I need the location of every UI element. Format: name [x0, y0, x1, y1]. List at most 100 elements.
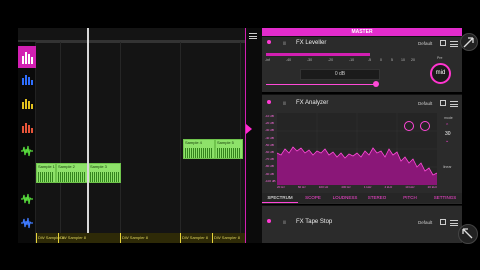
drag-handle-icon[interactable]: |||	[283, 100, 286, 105]
audio-clip[interactable]: Sample 3	[88, 163, 121, 183]
db-axis-label: -80 dB	[265, 164, 274, 169]
playhead[interactable]	[87, 28, 89, 243]
db-axis-label: -40 dB	[265, 135, 274, 140]
gain-readout[interactable]: 0 dB	[300, 69, 380, 80]
preset-label[interactable]: Default	[418, 41, 432, 46]
fx-menu-icon[interactable]	[450, 101, 458, 107]
resize-topright-icon[interactable]	[460, 33, 478, 51]
zoom-icon[interactable]	[404, 121, 414, 131]
preset-menu-icon[interactable]	[440, 40, 446, 46]
tab-settings[interactable]: SETTINGS	[428, 193, 462, 203]
fx-menu-icon[interactable]	[450, 41, 458, 47]
sampler-clip[interactable]: DW Sampler 8	[36, 233, 64, 243]
level-meter	[266, 53, 370, 56]
track-selected[interactable]	[18, 46, 36, 68]
audio-clip[interactable]: Sample 4	[183, 139, 215, 159]
mode-value: 30	[445, 131, 451, 137]
fx-enable-dot[interactable]	[267, 219, 271, 223]
scale-mark: -10	[349, 58, 355, 62]
resize-bottomleft-icon[interactable]	[458, 224, 478, 244]
drag-handle-icon[interactable]: |||	[283, 219, 286, 224]
freq-label: 1 kHz	[363, 185, 372, 189]
scale-caption: linear	[443, 165, 452, 169]
db-axis-label: -70 dB	[265, 157, 274, 162]
panel-splitter[interactable]	[245, 28, 262, 243]
freq-label: 60 Hz	[297, 185, 306, 189]
waveform-icon	[21, 193, 33, 205]
clip-label: Sample 2	[58, 164, 75, 169]
clip-waveform	[38, 172, 54, 182]
sampler-clip[interactable]: DW Sampler 8	[212, 233, 242, 243]
tab-scope[interactable]: SCOPE	[298, 193, 328, 203]
track-6[interactable]	[20, 192, 34, 206]
scale-mark: 5	[391, 58, 393, 62]
freq-label: 20 kHz	[427, 185, 437, 189]
waveform-icon	[21, 145, 33, 157]
fx-enable-dot[interactable]	[267, 40, 271, 44]
db-axis: -10 dB -20 dB -30 dB -40 dB -50 dB -60 d…	[265, 113, 277, 185]
db-axis-label: -50 dB	[265, 142, 274, 147]
db-axis-label: -60 dB	[265, 150, 274, 155]
track-3[interactable]	[20, 96, 34, 110]
audio-clip[interactable]: Sample 5	[215, 139, 243, 159]
fx-title: FX Tape Stop	[296, 219, 333, 225]
arrangement-area[interactable]	[18, 28, 245, 243]
clip-label: Sample 5	[217, 140, 234, 145]
track-4[interactable]	[20, 120, 34, 134]
clip-waveform	[90, 172, 119, 182]
audio-clip[interactable]: Sample 1	[36, 163, 56, 183]
tab-spectrum[interactable]: SPECTRUM	[262, 193, 298, 203]
tab-stereo[interactable]: STEREO	[362, 193, 392, 203]
clip-label: Sample 4	[185, 140, 202, 145]
app-screen: ◯ + + Sample 1 Sample 2 Sample 3 Sample …	[0, 0, 480, 270]
gain-slider-thumb[interactable]	[373, 81, 379, 87]
freq-label: 10 kHz	[405, 185, 415, 189]
track-7[interactable]	[20, 216, 34, 230]
freq-label: 20 Hz	[277, 185, 285, 189]
track-2[interactable]	[20, 72, 34, 86]
fx-title: FX Leveller	[296, 40, 327, 46]
freq-axis: 20 Hz 60 Hz 100 Hz 400 Hz 1 kHz 4 kHz 10…	[277, 185, 437, 191]
expand-arrow-icon[interactable]	[246, 124, 252, 134]
track-5[interactable]	[20, 144, 34, 158]
preset-menu-icon[interactable]	[440, 100, 446, 106]
bars-icon	[22, 99, 33, 109]
freeze-icon[interactable]	[420, 121, 430, 131]
knob-caption: Pre	[437, 56, 443, 60]
mode-knob[interactable]: mid	[430, 63, 451, 84]
preset-menu-icon[interactable]	[440, 219, 446, 225]
mode-up-icon[interactable]: ⌃	[445, 123, 449, 129]
waveform-icon	[21, 217, 33, 229]
audio-clip[interactable]: Sample 2	[56, 163, 88, 183]
fx-title: FX Analyzer	[296, 100, 329, 106]
scale-mark: 20	[411, 58, 415, 62]
clip-waveform	[185, 148, 213, 158]
bars-icon	[22, 75, 33, 85]
tab-pitch[interactable]: PITCH	[392, 193, 428, 203]
clip-label: Sample 1	[38, 164, 55, 169]
menu-icon[interactable]	[249, 33, 257, 39]
sampler-clip[interactable]: DW Sampler 8	[180, 233, 210, 243]
scale-mark: -20	[328, 58, 334, 62]
sampler-clip[interactable]: DW Sampler 8	[58, 233, 88, 243]
scale-mark: -inf	[265, 58, 270, 62]
gain-slider-track[interactable]	[266, 84, 378, 85]
scale-mark: 0	[380, 58, 382, 62]
bars-icon	[22, 52, 33, 64]
mode-down-icon[interactable]: ⌄	[445, 138, 449, 144]
preset-label[interactable]: Default	[418, 101, 432, 106]
tab-loudness[interactable]: LOUDNESS	[328, 193, 362, 203]
sampler-clip[interactable]: DW Sampler 8	[120, 233, 150, 243]
preset-label[interactable]: Default	[418, 220, 432, 225]
grid-line	[180, 42, 181, 243]
timeline-ruler[interactable]	[18, 40, 245, 43]
clip-waveform	[58, 172, 86, 182]
fx-menu-icon[interactable]	[450, 220, 458, 226]
freq-label: 400 Hz	[341, 185, 351, 189]
freq-label: 100 Hz	[318, 185, 329, 189]
fx-enable-dot[interactable]	[267, 100, 271, 104]
db-axis-label: -30 dB	[265, 128, 274, 133]
left-letterbox	[0, 0, 18, 270]
db-axis-label: -20 dB	[265, 121, 274, 126]
drag-handle-icon[interactable]: |||	[283, 40, 286, 45]
